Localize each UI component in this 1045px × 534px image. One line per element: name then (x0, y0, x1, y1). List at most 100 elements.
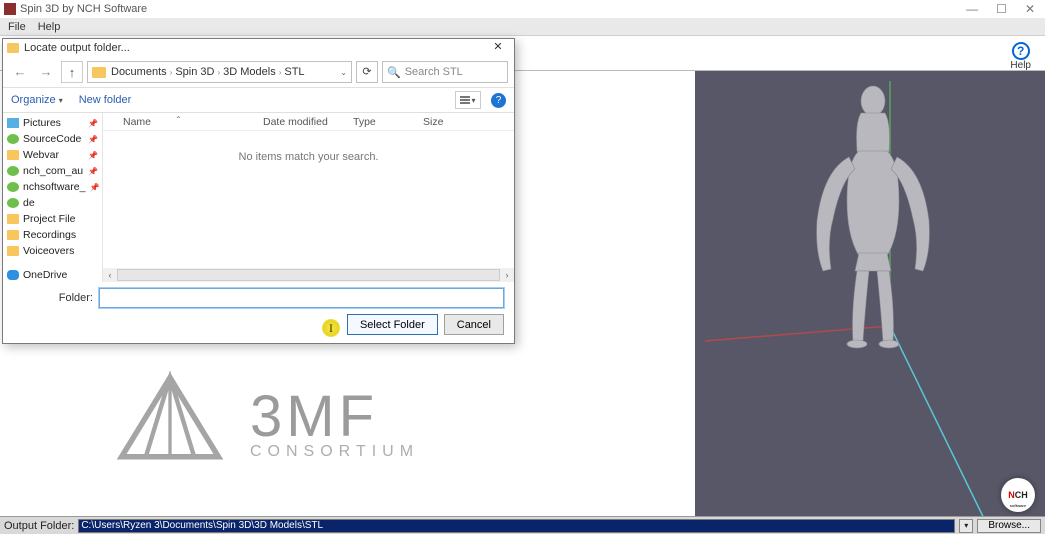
organize-menu[interactable]: Organize ▾ (11, 94, 63, 106)
output-folder-dropdown[interactable]: ▾ (959, 519, 973, 533)
chevron-right-icon: › (279, 68, 282, 77)
nav-refresh-button[interactable]: ⟳ (356, 61, 378, 83)
dialog-nav: ← → ↑ Documents› Spin 3D› 3D Models› STL… (3, 57, 514, 87)
dialog-title: Locate output folder... (24, 42, 130, 54)
folder-field-label: Folder: (13, 292, 93, 304)
tree-item-label: Project File (23, 213, 76, 225)
crumb[interactable]: Documents (111, 66, 167, 78)
chevron-down-icon: ▾ (59, 96, 63, 105)
file-list-header[interactable]: ⌃ Name Date modified Type Size (103, 113, 514, 131)
pin-icon: 📌 (88, 151, 98, 160)
dialog-toolbar: Organize ▾ New folder ▾ ? (3, 87, 514, 113)
search-icon: 🔍 (387, 66, 401, 79)
search-placeholder: Search STL (405, 66, 463, 78)
dialog-help-button[interactable]: ? (491, 93, 506, 108)
maximize-button[interactable]: ☐ (996, 2, 1007, 16)
help-button[interactable]: ? Help (1010, 42, 1031, 71)
sort-indicator-icon: ⌃ (175, 115, 182, 124)
pic-icon (7, 118, 19, 128)
dialog-body: Pictures📌SourceCode📌Webvar📌nch_com_au📌nc… (3, 113, 514, 282)
crumb[interactable]: STL (284, 66, 304, 78)
dialog-footer: Folder: Select Folder Cancel (3, 282, 514, 343)
green-icon (7, 182, 19, 192)
close-button[interactable]: ✕ (1025, 2, 1035, 16)
crumb[interactable]: 3D Models (223, 66, 276, 78)
nch-badge: NCH software (1001, 478, 1035, 512)
tree-item-sourcecode[interactable]: SourceCode 📌 (3, 131, 102, 147)
nav-back-button[interactable]: ← (9, 61, 31, 83)
folder-icon (7, 246, 19, 256)
folder-icon (7, 43, 19, 53)
scroll-right-icon[interactable]: › (500, 270, 514, 280)
tree-item-label: OneDrive (23, 269, 67, 281)
folder-icon (92, 67, 106, 78)
chevron-right-icon: › (217, 68, 220, 77)
tree-item-nch-com-au[interactable]: nch_com_au 📌 (3, 163, 102, 179)
folder-icon (7, 230, 19, 240)
tree-item-label: nch_com_au (23, 165, 83, 177)
breadcrumb[interactable]: Documents› Spin 3D› 3D Models› STL ⌄ (87, 61, 352, 83)
menu-help[interactable]: Help (38, 21, 61, 33)
col-type[interactable]: Type (349, 116, 419, 128)
col-name[interactable]: Name (119, 116, 259, 128)
tree-item-project-file[interactable]: Project File (3, 211, 102, 227)
app-titlebar: Spin 3D by NCH Software — ☐ ✕ (0, 0, 1045, 18)
col-size[interactable]: Size (419, 116, 469, 128)
watermark-subtitle: CONSORTIUM (250, 443, 419, 461)
3d-viewport[interactable] (695, 71, 1045, 516)
logo-3mf-icon (110, 371, 230, 481)
help-icon: ? (1012, 42, 1030, 60)
tree-item-onedrive[interactable]: OneDrive (3, 267, 102, 282)
watermark-title: 3MF (250, 391, 419, 443)
tree-item-label: nchsoftware_ (23, 181, 85, 193)
tree-item-label: Recordings (23, 229, 76, 241)
dialog-titlebar[interactable]: Locate output folder... ✕ (3, 39, 514, 57)
tree-item-recordings[interactable]: Recordings (3, 227, 102, 243)
tree-item-nchsoftware-[interactable]: nchsoftware_ 📌 (3, 179, 102, 195)
pin-icon: 📌 (88, 167, 98, 176)
nav-up-button[interactable]: ↑ (61, 61, 83, 83)
cloud-icon (7, 270, 19, 280)
green-icon (7, 198, 19, 208)
search-input[interactable]: 🔍 Search STL (382, 61, 508, 83)
pin-icon: 📌 (89, 183, 99, 192)
chevron-down-icon[interactable]: ⌄ (340, 68, 347, 77)
menu-file[interactable]: File (8, 21, 26, 33)
tree-item-pictures[interactable]: Pictures📌 (3, 115, 102, 131)
folder-icon (7, 214, 19, 224)
new-folder-button[interactable]: New folder (79, 94, 132, 106)
crumb[interactable]: Spin 3D (175, 66, 214, 78)
chevron-down-icon: ▾ (471, 96, 475, 105)
folder-icon (7, 150, 19, 160)
file-list: ⌃ Name Date modified Type Size No items … (103, 113, 514, 282)
view-mode-button[interactable]: ▾ (455, 91, 481, 109)
col-date[interactable]: Date modified (259, 116, 349, 128)
folder-field[interactable] (99, 288, 504, 308)
output-folder-input[interactable] (78, 519, 955, 533)
scroll-left-icon[interactable]: ‹ (103, 270, 117, 280)
chevron-right-icon: › (170, 68, 173, 77)
cancel-button[interactable]: Cancel (444, 314, 504, 335)
tree-item-label: Pictures (23, 117, 61, 129)
browse-button[interactable]: Browse... (977, 519, 1041, 533)
tree-item-webvar[interactable]: Webvar 📌 (3, 147, 102, 163)
tree-item-label: SourceCode (23, 133, 81, 145)
tree-item-voiceovers[interactable]: Voiceovers (3, 243, 102, 259)
app-title: Spin 3D by NCH Software (20, 3, 147, 15)
horizontal-scrollbar[interactable]: ‹ › (103, 268, 514, 282)
select-folder-button[interactable]: Select Folder (347, 314, 438, 335)
tree-item-label: de (23, 197, 35, 209)
nch-sub: software (1010, 503, 1026, 508)
tree-item-label: Voiceovers (23, 245, 74, 257)
pin-icon: 📌 (88, 135, 98, 144)
nav-forward-button[interactable]: → (35, 61, 57, 83)
tree-item-de[interactable]: de (3, 195, 102, 211)
scroll-track[interactable] (117, 269, 500, 281)
tree-item-label: Webvar (23, 149, 59, 161)
app-icon (4, 3, 16, 15)
folder-tree[interactable]: Pictures📌SourceCode📌Webvar📌nch_com_au📌nc… (3, 113, 103, 282)
green-icon (7, 166, 19, 176)
minimize-button[interactable]: — (966, 2, 978, 16)
app-menubar: File Help (0, 18, 1045, 36)
dialog-close-button[interactable]: ✕ (486, 40, 510, 56)
